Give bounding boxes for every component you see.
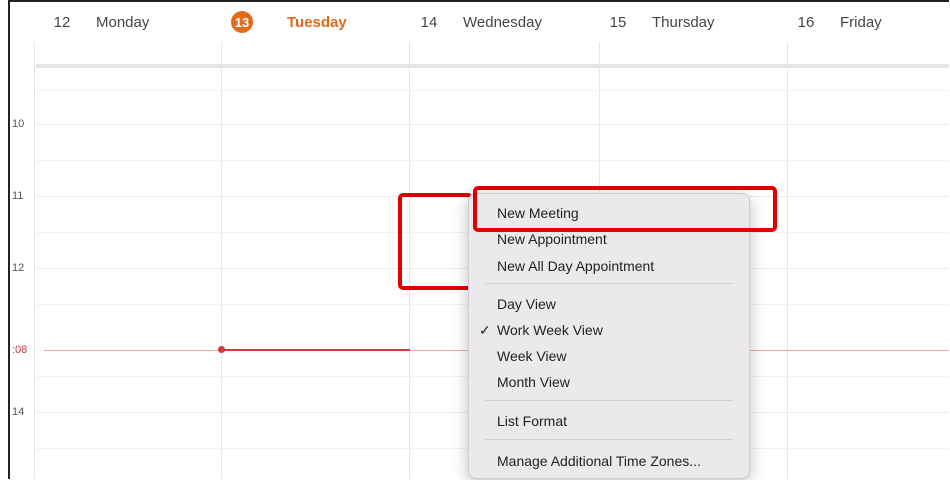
time-gutter-line <box>34 42 35 479</box>
column-line <box>787 42 788 479</box>
selected-slot-highlight[interactable] <box>398 193 473 290</box>
day-header-wednesday[interactable]: 14 Wednesday <box>415 2 542 42</box>
day-name: Monday <box>96 13 150 31</box>
day-number: 14 <box>420 13 438 31</box>
menu-item-work-week-view[interactable]: Work Week View <box>497 322 603 338</box>
menu-item-new-all-day-appointment[interactable]: New All Day Appointment <box>497 258 654 274</box>
context-menu: New Meeting New Appointment New All Day … <box>468 193 750 479</box>
hour-line <box>36 124 949 125</box>
hour-label-12: 12 <box>12 262 25 274</box>
menu-item-day-view[interactable]: Day View <box>497 296 556 312</box>
day-number: 15 <box>609 13 627 31</box>
new-meeting-highlight[interactable] <box>473 186 777 232</box>
day-name: Tuesday <box>287 13 347 31</box>
day-header-tuesday[interactable]: 13 Tuesday <box>231 2 347 42</box>
menu-separator <box>485 439 733 440</box>
menu-item-month-view[interactable]: Month View <box>497 374 570 390</box>
all-day-separator <box>36 64 949 68</box>
column-line <box>221 42 222 479</box>
current-time-line-today <box>222 349 410 351</box>
hour-label-14: 14 <box>12 406 25 418</box>
day-header-monday[interactable]: 12 Monday <box>48 2 150 42</box>
menu-item-week-view[interactable]: Week View <box>497 348 567 364</box>
day-number: 12 <box>53 13 71 31</box>
menu-item-list-format[interactable]: List Format <box>497 413 567 429</box>
checkmark-icon: ✓ <box>479 322 491 338</box>
day-name: Wednesday <box>463 13 542 31</box>
half-hour-line <box>36 90 949 91</box>
today-badge: 13 <box>231 11 253 33</box>
day-number: 16 <box>797 13 815 31</box>
day-header-friday[interactable]: 16 Friday <box>792 2 882 42</box>
menu-separator <box>485 283 733 284</box>
current-time-dot <box>218 346 225 353</box>
menu-separator <box>485 400 733 401</box>
menu-item-manage-time-zones[interactable]: Manage Additional Time Zones... <box>497 453 701 469</box>
day-name: Friday <box>840 13 882 31</box>
hour-label-11: 11 <box>12 190 24 202</box>
menu-item-new-appointment[interactable]: New Appointment <box>497 231 607 247</box>
current-time-label: :08 <box>12 344 28 356</box>
half-hour-line <box>36 160 949 161</box>
hour-label-10: 10 <box>12 118 25 130</box>
day-header-thursday[interactable]: 15 Thursday <box>604 2 715 42</box>
day-name: Thursday <box>652 13 715 31</box>
